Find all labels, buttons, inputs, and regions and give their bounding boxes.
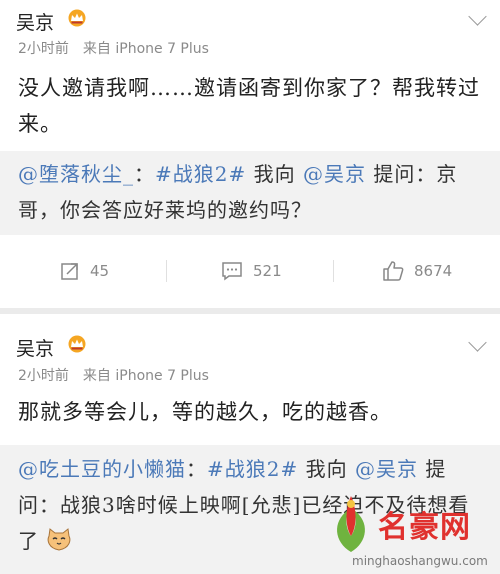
post-text: 那就多等会儿，等的越久，吃的越香。 — [18, 400, 392, 424]
repost-mid-text: 我向 — [253, 162, 296, 186]
repost-button[interactable]: 45 — [60, 242, 109, 300]
like-count: 8674 — [414, 262, 453, 280]
post-meta: 2小时前 来自 iPhone 7 Plus — [18, 365, 209, 385]
post-text: 没人邀请我啊……邀请函寄到你家了？帮我转过来。 — [18, 76, 480, 136]
like-button[interactable]: 8674 — [382, 242, 452, 300]
repost-icon — [61, 263, 78, 280]
vip-crown-icon — [68, 9, 86, 27]
comment-count: 521 — [253, 262, 282, 280]
comment-button[interactable]: 521 — [221, 242, 282, 300]
separator: ： — [134, 162, 155, 186]
like-icon — [383, 261, 404, 281]
separator: ： — [186, 457, 207, 481]
mention-link[interactable]: @吴京 — [355, 457, 418, 481]
comment-icon — [222, 262, 242, 281]
mention-link[interactable]: @吃土豆的小懒猫 — [18, 457, 186, 481]
chevron-down-icon[interactable] — [468, 7, 487, 26]
mention-link[interactable]: @吴京 — [303, 162, 366, 186]
divider — [333, 260, 334, 282]
action-bar: 45 521 8674 — [0, 242, 500, 300]
post-source: 来自 iPhone 7 Plus — [82, 368, 209, 384]
hashtag-link[interactable]: #战狼2# — [155, 162, 246, 186]
post-time: 2小时前 — [18, 368, 69, 384]
post-time: 2小时前 — [18, 41, 69, 57]
brand-url: minghaoshangwu.com — [352, 554, 488, 568]
repost-mid-text: 我向 — [305, 457, 348, 481]
chevron-down-icon[interactable] — [468, 333, 487, 352]
post-card: 吴京 2小时前 来自 iPhone 7 Plus 没人邀请我啊……邀请函寄到你家了… — [0, 0, 500, 308]
mention-link[interactable]: @堕落秋尘_ — [18, 162, 134, 186]
cat-emoji-icon — [48, 528, 71, 551]
brand-name: 名豪网 — [378, 510, 471, 545]
post-source: 来自 iPhone 7 Plus — [82, 41, 209, 57]
repost-count: 45 — [90, 262, 110, 280]
divider — [166, 260, 167, 282]
watermark: 名豪网 minghaoshangwu.com — [322, 488, 500, 574]
repost-text: @堕落秋尘_：#战狼2# 我向 @吴京 提问：京哥，你会答应好莱坞的邀约吗？ — [18, 156, 484, 228]
brand-logo-icon — [337, 496, 365, 552]
post-meta: 2小时前 来自 iPhone 7 Plus — [18, 38, 209, 58]
author-name[interactable]: 吴京 — [16, 8, 54, 35]
hashtag-link[interactable]: #战狼2# — [207, 457, 298, 481]
author-name[interactable]: 吴京 — [16, 334, 54, 361]
reposted-content[interactable]: @堕落秋尘_：#战狼2# 我向 @吴京 提问：京哥，你会答应好莱坞的邀约吗？ — [0, 151, 500, 235]
vip-crown-icon — [68, 335, 86, 353]
